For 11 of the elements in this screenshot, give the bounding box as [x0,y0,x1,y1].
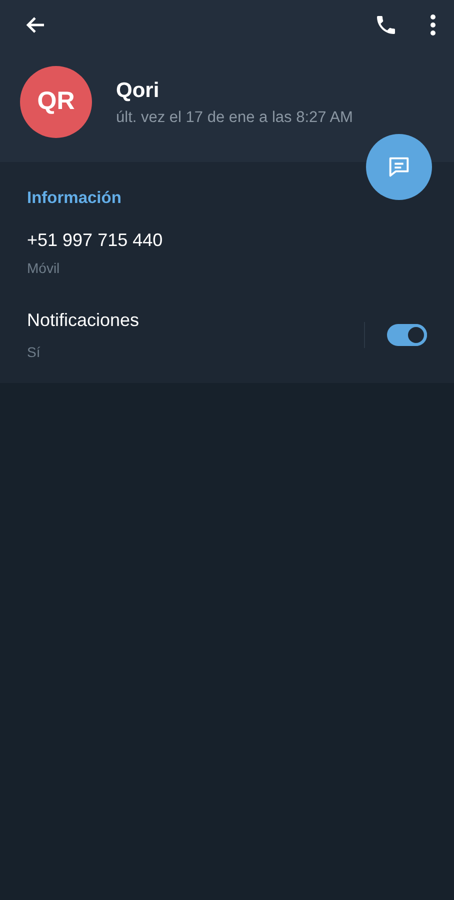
phone-number[interactable]: +51 997 715 440 [27,226,427,254]
phone-icon [374,13,398,37]
notifications-toggle[interactable] [387,324,427,346]
notifications-label: Notificaciones [27,308,140,332]
notifications-value: Sí [27,342,42,362]
last-seen-status: últ. vez el 17 de ene a las 8:27 AM [116,108,353,128]
more-options-icon [430,14,436,36]
phone-label: Móvil [27,258,61,278]
contact-name: Qori [116,78,160,104]
avatar: QR [20,66,92,138]
section-title: Información [27,188,122,209]
